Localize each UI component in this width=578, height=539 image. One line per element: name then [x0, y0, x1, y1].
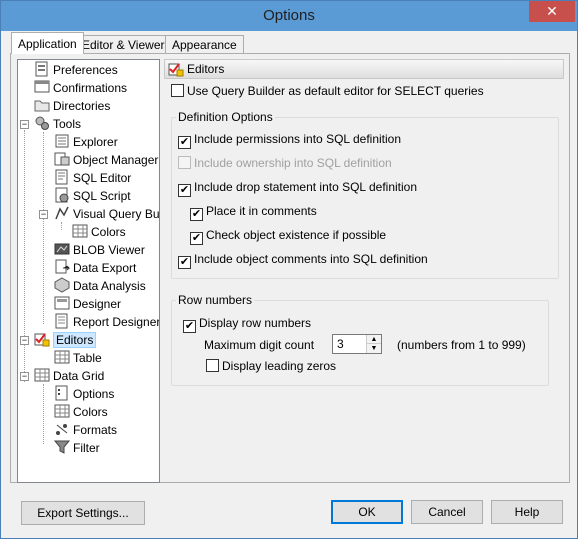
max-digit-hint: (numbers from 1 to 999) [397, 338, 526, 352]
tree-item-tools[interactable]: Tools [34, 115, 81, 133]
filter-icon [53, 439, 71, 455]
export-settings-button[interactable]: Export Settings... [21, 501, 145, 525]
grid-icon [54, 403, 70, 419]
object-comments-row[interactable]: ✔ Include object comments into SQL defini… [178, 251, 428, 269]
cancel-button[interactable]: Cancel [411, 500, 483, 524]
grid-icon [54, 349, 70, 365]
permissions-checkbox[interactable]: ✔ [178, 136, 191, 149]
tree-item-grid-colors[interactable]: Colors [54, 403, 108, 421]
leading-zeros-label: Display leading zeros [222, 359, 337, 373]
default-editor-checkbox-row[interactable]: Use Query Builder as default editor for … [171, 83, 484, 99]
ownership-checkbox [178, 156, 191, 169]
section-header-title: Editors [187, 62, 225, 76]
folder-icon [34, 97, 50, 113]
editors-icon [168, 61, 184, 77]
tab-appearance[interactable]: Appearance [165, 35, 244, 54]
title-bar[interactable]: Options ✕ [1, 1, 577, 31]
data-analysis-icon [54, 277, 70, 293]
object-manager-icon [54, 151, 70, 167]
ownership-label: Include ownership into SQL definition [194, 156, 392, 170]
tree-item-grid-options[interactable]: Options [54, 385, 114, 403]
tree-item-report-designer[interactable]: Report Designer [54, 313, 159, 331]
display-row-numbers-row[interactable]: ✔ Display row numbers [183, 315, 312, 333]
max-digit-label: Maximum digit count [204, 338, 315, 352]
options-tree[interactable]: Preferences Confirmations Directories − … [17, 59, 160, 483]
object-comments-label: Include object comments into SQL definit… [194, 252, 428, 266]
sql-editor-icon [54, 169, 70, 185]
tree-item-directories[interactable]: Directories [34, 97, 110, 115]
preferences-icon [34, 61, 50, 77]
drop-statement-label: Include drop statement into SQL definiti… [194, 180, 418, 194]
place-in-comments-checkbox[interactable]: ✔ [190, 208, 203, 221]
tree-item-blob-viewer[interactable]: BLOB Viewer [54, 241, 145, 259]
tree-item-table[interactable]: Table [54, 349, 102, 367]
close-button[interactable]: ✕ [529, 1, 575, 22]
ok-button[interactable]: OK [331, 500, 403, 524]
sql-script-icon [54, 187, 70, 203]
leading-zeros-row[interactable]: Display leading zeros [206, 358, 336, 374]
tree-item-editors[interactable]: Editors [34, 331, 97, 349]
tree-item-formats[interactable]: Formats [54, 421, 117, 439]
tree-item-designer[interactable]: Designer [54, 295, 121, 313]
tab-application[interactable]: Application [11, 32, 84, 54]
options-icon [54, 385, 70, 401]
object-comments-checkbox[interactable]: ✔ [178, 256, 191, 269]
place-in-comments-label: Place it in comments [206, 204, 317, 218]
tree-item-filter[interactable]: Filter [53, 439, 100, 457]
tree-item-sql-editor[interactable]: SQL Editor [54, 169, 131, 187]
grid-icon [34, 367, 50, 383]
data-grid-collapse-toggle[interactable]: − [20, 372, 29, 381]
visual-query-builder-icon [54, 205, 70, 221]
tree-item-object-manager[interactable]: Object Manager [54, 151, 158, 169]
leading-zeros-checkbox[interactable] [206, 359, 219, 372]
report-designer-icon [54, 313, 70, 329]
permissions-label: Include permissions into SQL definition [194, 132, 401, 146]
tree-item-explorer[interactable]: Explorer [54, 133, 118, 151]
place-in-comments-row[interactable]: ✔ Place it in comments [190, 203, 317, 221]
help-button[interactable]: Help [491, 500, 563, 524]
data-export-icon [54, 259, 71, 275]
drop-statement-checkbox[interactable]: ✔ [178, 184, 191, 197]
editors-collapse-toggle[interactable]: − [20, 336, 29, 345]
max-digit-value[interactable]: 3 [337, 337, 344, 351]
spin-down-arrow-icon[interactable]: ▼ [367, 344, 381, 353]
tab-editor-viewers[interactable]: Editor & Viewers [75, 35, 178, 54]
default-editor-checkbox[interactable] [171, 84, 184, 97]
tree-item-data-analysis[interactable]: Data Analysis [54, 277, 146, 295]
editors-section-header: Editors [164, 59, 564, 79]
tree-item-data-grid[interactable]: Data Grid [34, 367, 104, 385]
max-digit-spinner[interactable]: 3 ▲ ▼ [332, 334, 382, 354]
blob-viewer-icon [54, 241, 70, 257]
display-row-numbers-label: Display row numbers [199, 316, 312, 330]
tree-item-data-export[interactable]: Data Export [54, 259, 136, 277]
spin-up-arrow-icon[interactable]: ▲ [367, 335, 381, 344]
ownership-row: Include ownership into SQL definition [178, 155, 392, 171]
check-existence-label: Check object existence if possible [206, 228, 387, 242]
grid-icon [72, 223, 88, 239]
tools-icon [34, 115, 50, 131]
check-existence-checkbox[interactable]: ✔ [190, 232, 203, 245]
tree-item-confirmations[interactable]: Confirmations [34, 79, 127, 97]
tree-item-sql-script[interactable]: SQL Script [54, 187, 131, 205]
vqb-collapse-toggle[interactable]: − [39, 210, 48, 219]
default-editor-label: Use Query Builder as default editor for … [187, 84, 484, 98]
tools-collapse-toggle[interactable]: − [20, 120, 29, 129]
display-row-numbers-checkbox[interactable]: ✔ [183, 320, 196, 333]
row-numbers-title: Row numbers [176, 293, 255, 307]
explorer-icon [54, 133, 70, 149]
designer-icon [54, 295, 70, 311]
permissions-row[interactable]: ✔ Include permissions into SQL definition [178, 131, 401, 149]
tree-item-vqb-colors[interactable]: Colors [72, 223, 126, 241]
check-existence-row[interactable]: ✔ Check object existence if possible [190, 227, 387, 245]
options-window: Options ✕ Application Editor & Viewers A… [0, 0, 578, 539]
definition-options-title: Definition Options [176, 110, 275, 124]
confirmations-icon [34, 79, 50, 95]
window-title: Options [263, 7, 315, 24]
tree-item-visual-query-builder[interactable]: Visual Query Builc [54, 205, 159, 223]
editors-icon [34, 331, 50, 347]
drop-statement-row[interactable]: ✔ Include drop statement into SQL definit… [178, 179, 418, 197]
formats-icon [54, 421, 70, 437]
tree-item-preferences[interactable]: Preferences [34, 61, 118, 79]
